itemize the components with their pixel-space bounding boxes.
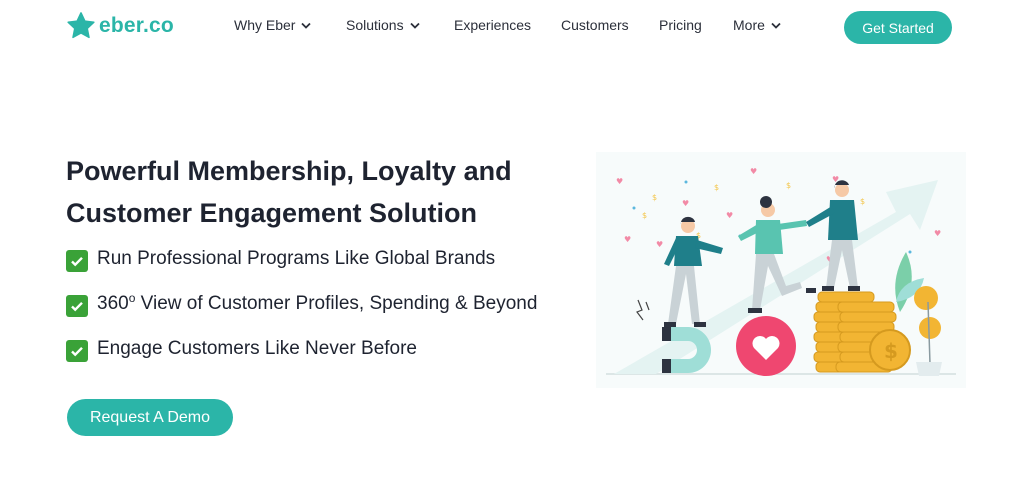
svg-text:♥: ♥: [616, 177, 623, 186]
feature-item: Run Professional Programs Like Global Br…: [66, 248, 537, 293]
check-mark-icon: [66, 250, 88, 272]
nav-item-label: Why Eber: [234, 17, 296, 33]
feature-text: Run Professional Programs Like Global Br…: [97, 248, 496, 269]
nav-item-more[interactable]: More: [733, 17, 781, 33]
hero-title: Powerful Membership, Loyalty and Custome…: [66, 150, 586, 234]
chevron-down-icon: [409, 22, 420, 29]
feature-list: Run Professional Programs Like Global Br…: [66, 248, 537, 383]
svg-text:♥: ♥: [750, 167, 757, 176]
svg-text:♥: ♥: [656, 240, 663, 249]
nav-item-experiences[interactable]: Experiences: [454, 17, 531, 33]
site-header: eber.co Why Eber Solutions Experiences C…: [0, 0, 1024, 54]
chevron-down-icon: [771, 22, 781, 29]
svg-text:$: $: [642, 211, 647, 220]
nav-item-label: Solutions: [346, 17, 404, 33]
svg-text:$: $: [652, 193, 657, 202]
nav-item-why-eber[interactable]: Why Eber: [234, 17, 312, 33]
nav-item-customers[interactable]: Customers: [561, 17, 629, 33]
nav-item-label: More: [733, 17, 765, 33]
nav-item-label: Experiences: [454, 17, 532, 33]
check-mark-icon: [66, 295, 88, 317]
star-icon: [67, 12, 95, 39]
chevron-down-icon: [301, 22, 312, 29]
hero-illustration: ♥♥♥ ♥♥♥ ♥♥♥ $$$ $$$: [596, 152, 966, 388]
svg-text:$: $: [714, 183, 719, 192]
hero-title-line-2: Customer Engagement Solution: [66, 198, 478, 228]
feature-text: Engage Customers Like Never Before: [97, 338, 417, 359]
feature-prefix: 360: [97, 293, 129, 314]
logo-link[interactable]: eber.co: [66, 11, 174, 41]
get-started-button[interactable]: Get Started: [844, 11, 952, 44]
hero-title-line-1: Powerful Membership, Loyalty and: [66, 156, 512, 186]
nav-item-solutions[interactable]: Solutions: [346, 17, 420, 33]
svg-text:♥: ♥: [624, 235, 631, 244]
degree-superscript: o: [128, 291, 136, 305]
nav-item-label: Pricing: [659, 17, 702, 33]
logo-text: eber.co: [99, 14, 174, 37]
check-mark-icon: [66, 340, 88, 362]
feature-text: 360o View of Customer Profiles, Spending…: [97, 291, 538, 315]
feature-item: Engage Customers Like Never Before: [66, 338, 537, 383]
nav-item-label: Customers: [561, 17, 629, 33]
svg-text:♥: ♥: [682, 199, 689, 208]
feature-text-rest: View of Customer Profiles, Spending & Be…: [135, 293, 538, 314]
request-demo-button[interactable]: Request A Demo: [67, 399, 233, 436]
feature-item: 360o View of Customer Profiles, Spending…: [66, 291, 538, 338]
svg-text:♥: ♥: [934, 229, 941, 238]
svg-text:♥: ♥: [726, 211, 733, 220]
nav-item-pricing[interactable]: Pricing: [659, 17, 702, 33]
svg-text:$: $: [786, 181, 791, 190]
svg-text:$: $: [884, 339, 898, 363]
svg-text:$: $: [860, 197, 865, 206]
